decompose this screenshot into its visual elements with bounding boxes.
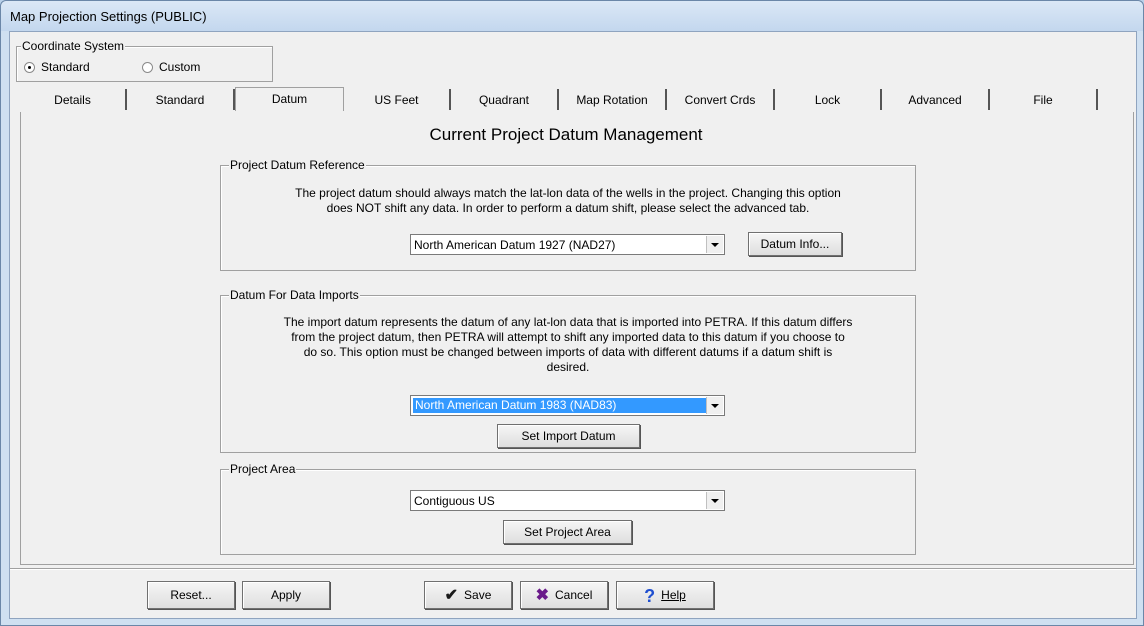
checkmark-icon: ✔ [444,586,459,604]
import-datum-select[interactable]: North American Datum 1983 (NAD83) [410,395,725,416]
tab-datum-label: Datum [271,92,308,106]
apply-button-label: Apply [270,588,302,602]
project-datum-group: Project Datum Reference The project datu… [220,158,916,271]
radio-custom-label: Custom [159,60,201,74]
tab-advanced[interactable]: Advanced [882,89,990,110]
help-button[interactable]: ? Help [616,581,714,609]
tab-convert-crds[interactable]: Convert Crds [667,89,775,110]
tab-advanced-label: Advanced [908,93,962,107]
project-area-group: Project Area Contiguous US Set Project A… [220,462,916,555]
title-bar[interactable]: Map Projection Settings (PUBLIC) [1,1,1143,31]
tab-us-feet-label: US Feet [374,93,419,107]
radio-custom-indicator [142,61,153,73]
save-button[interactable]: ✔ Save [424,581,512,609]
project-area-select[interactable]: Contiguous US [410,490,725,511]
project-datum-desc-line1: The project datum should always match th… [295,186,841,200]
tab-lock-label: Lock [814,93,841,107]
cancel-x-icon: ✖ [535,586,550,604]
tab-standard-label: Standard [155,93,205,107]
chevron-down-icon[interactable] [706,236,723,253]
tab-details[interactable]: Details [20,89,127,110]
tab-quadrant-label: Quadrant [478,93,530,107]
cancel-button[interactable]: ✖ Cancel [520,581,608,609]
help-button-label: Help [661,588,686,602]
import-datum-value: North American Datum 1983 (NAD83) [413,398,706,413]
chevron-down-icon[interactable] [706,492,723,509]
cancel-button-label: Cancel [555,588,593,602]
import-datum-group: Datum For Data Imports The import datum … [220,288,916,453]
radio-custom[interactable]: Custom [142,60,200,74]
chevron-down-icon[interactable] [706,397,723,414]
coordinate-system-legend: Coordinate System [21,39,126,53]
radio-standard-label: Standard [41,60,90,74]
datum-info-button[interactable]: Datum Info... [748,232,842,256]
import-datum-legend: Datum For Data Imports [229,288,360,302]
help-question-icon: ? [644,585,656,606]
set-project-area-button[interactable]: Set Project Area [503,520,632,544]
tab-file[interactable]: File [990,89,1098,110]
import-datum-description: The import datum represents the datum of… [221,315,915,375]
coordinate-system-group: Coordinate System Standard Custom [16,39,273,82]
tab-file-label: File [1033,93,1053,107]
radio-standard-indicator [24,61,35,73]
project-datum-select[interactable]: North American Datum 1927 (NAD27) [410,234,725,255]
tab-map-rotation-label: Map Rotation [576,93,648,107]
project-datum-description: The project datum should always match th… [221,186,915,216]
tab-map-rotation[interactable]: Map Rotation [559,89,667,110]
project-datum-desc-line2: does NOT shift any data. In order to per… [326,201,810,215]
tab-quadrant[interactable]: Quadrant [451,89,559,110]
reset-button-label: Reset... [170,588,212,602]
tab-datum[interactable]: Datum [235,87,344,111]
project-datum-legend: Project Datum Reference [229,158,366,172]
page-title: Current Project Datum Management [429,125,703,144]
save-button-label: Save [464,588,492,602]
reset-button[interactable]: Reset... [147,581,235,609]
import-datum-desc-line4: desired. [546,360,590,374]
dialog-client-area: Coordinate System Standard Custom Detail… [9,31,1137,619]
project-area-legend: Project Area [229,462,297,476]
import-datum-desc-line1: The import datum represents the datum of… [283,315,853,329]
apply-button[interactable]: Apply [242,581,330,609]
project-area-value: Contiguous US [414,494,495,508]
tab-strip: Details Standard Datum US Feet Quadrant … [20,87,1130,111]
radio-standard[interactable]: Standard [24,60,90,74]
window-title: Map Projection Settings (PUBLIC) [10,9,207,24]
footer-separator [10,568,1136,570]
tab-us-feet[interactable]: US Feet [344,89,451,110]
tab-convert-crds-label: Convert Crds [684,93,756,107]
dialog-window: Map Projection Settings (PUBLIC) Coordin… [0,0,1144,626]
tab-standard[interactable]: Standard [127,89,235,110]
import-datum-desc-line3: do so. This option must be changed betwe… [303,345,833,359]
import-datum-desc-line2: from the project datum, then PETRA will … [291,330,845,344]
project-datum-value: North American Datum 1927 (NAD27) [414,238,616,252]
tab-lock[interactable]: Lock [775,89,882,110]
tab-details-label: Details [54,93,91,107]
set-import-datum-button[interactable]: Set Import Datum [497,424,640,448]
